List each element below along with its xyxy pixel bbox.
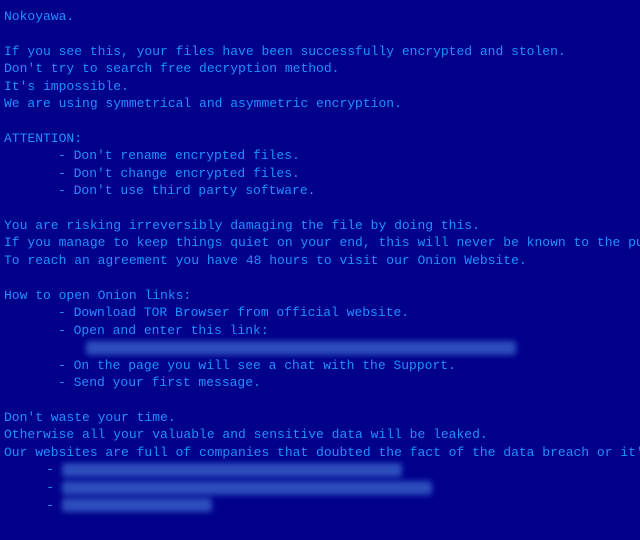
blank-line <box>4 200 640 217</box>
dash-icon: - <box>4 479 58 497</box>
howto-item: - Send your first message. <box>4 374 640 392</box>
dash-icon: - <box>4 497 58 515</box>
blank-line <box>4 113 640 130</box>
redacted-site-row: - <box>4 479 640 497</box>
closing-line: Otherwise all your valuable and sensitiv… <box>4 426 640 444</box>
howto-item: - On the page you will see a chat with t… <box>4 357 640 375</box>
intro-line: If you see this, your files have been su… <box>4 43 640 61</box>
closing-line: Don't waste your time. <box>4 409 640 427</box>
attention-item: - Don't change encrypted files. <box>4 165 640 183</box>
blank-line <box>4 26 640 43</box>
redacted-site-row: - <box>4 461 640 479</box>
redacted-url <box>62 498 212 512</box>
blank-line <box>4 270 640 287</box>
dash-icon: - <box>4 461 58 479</box>
attention-label: ATTENTION: <box>4 130 640 148</box>
redacted-url <box>62 463 402 477</box>
closing-line: Our websites are full of companies that … <box>4 444 640 462</box>
intro-line: We are using symmetrical and asymmetric … <box>4 95 640 113</box>
redacted-site-row: - <box>4 497 640 515</box>
intro-line: It's impossible. <box>4 78 640 96</box>
attention-item: - Don't use third party software. <box>4 182 640 200</box>
attention-item: - Don't rename encrypted files. <box>4 147 640 165</box>
warning-line: You are risking irreversibly damaging th… <box>4 217 640 235</box>
howto-item: - Download TOR Browser from official web… <box>4 304 640 322</box>
redacted-url <box>62 481 432 495</box>
note-title: Nokoyawa. <box>4 8 640 26</box>
howto-label: How to open Onion links: <box>4 287 640 305</box>
intro-line: Don't try to search free decryption meth… <box>4 60 640 78</box>
warning-line: If you manage to keep things quiet on yo… <box>4 234 640 252</box>
redacted-url <box>4 339 640 357</box>
warning-line: To reach an agreement you have 48 hours … <box>4 252 640 270</box>
blank-line <box>4 392 640 409</box>
howto-item: - Open and enter this link: <box>4 322 640 340</box>
